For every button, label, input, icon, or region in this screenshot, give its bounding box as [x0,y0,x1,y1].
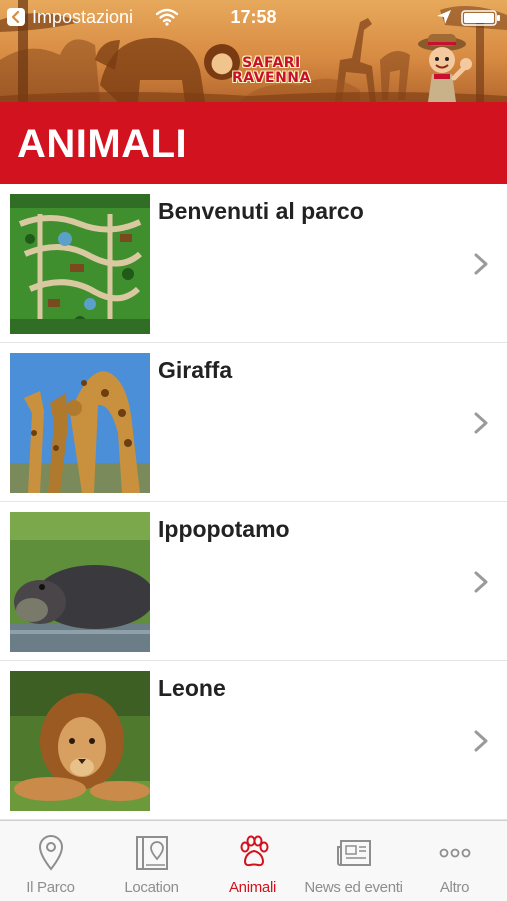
chevron-right-icon [474,571,488,593]
map-pin-icon [0,835,101,871]
map-book-icon [101,835,202,871]
chevron-right-icon [474,730,488,752]
list-item-ippopotamo[interactable]: Ippopotamo [0,502,507,661]
more-icon [404,835,505,871]
tab-label: Animali [228,879,277,896]
tab-label: Location [124,879,179,896]
tab-bar: Il Parco Location Animali News ed eventi… [0,820,507,901]
list-item-benvenuti[interactable]: Benvenuti al parco [0,184,507,343]
tab-location[interactable]: Location [101,821,202,901]
list-item-title: Giraffa [158,357,233,383]
paw-icon [202,835,303,871]
chevron-right-icon [474,412,488,434]
list-item-title: Ippopotamo [158,516,290,542]
hippo-thumbnail [10,512,150,652]
tab-il-parco[interactable]: Il Parco [0,821,101,901]
list-item-title: Benvenuti al parco [158,198,364,224]
tab-news-ed-eventi[interactable]: News ed eventi [303,821,404,901]
header-banner: Impostazioni 17:58 SAFARI RAVENNA [0,0,507,102]
list-item-giraffa[interactable]: Giraffa [0,343,507,502]
lion-thumbnail [10,671,150,811]
battery-icon [461,10,500,26]
chevron-right-icon [474,253,488,275]
tab-altro[interactable]: Altro [404,821,505,901]
newspaper-icon [303,835,404,871]
location-arrow-icon [437,10,451,24]
list-item-leone[interactable]: Leone [0,661,507,820]
park-map-thumbnail [10,194,150,334]
tab-label: Altro [439,879,470,896]
tab-animali[interactable]: Animali [202,821,303,901]
safari-ravenna-logo: SAFARI RAVENNA [204,42,310,96]
logo-line-2: RAVENNA [232,70,311,86]
explorer-mascot-icon [418,34,472,102]
logo-text: SAFARI RAVENNA [232,56,311,86]
page-title: ANIMALI [17,122,188,166]
section-header: ANIMALI [0,102,507,184]
status-time: 17:58 [230,7,277,27]
logo-line-1: SAFARI [242,55,301,71]
giraffes-thumbnail [10,353,150,493]
tab-label: News ed eventi [304,879,403,896]
animals-list: Benvenuti al parco Giraffa Ippopotamo Le… [0,184,507,820]
tab-label: Il Parco [26,879,75,896]
list-item-title: Leone [158,675,226,701]
status-bar: Impostazioni 17:58 [0,0,507,36]
